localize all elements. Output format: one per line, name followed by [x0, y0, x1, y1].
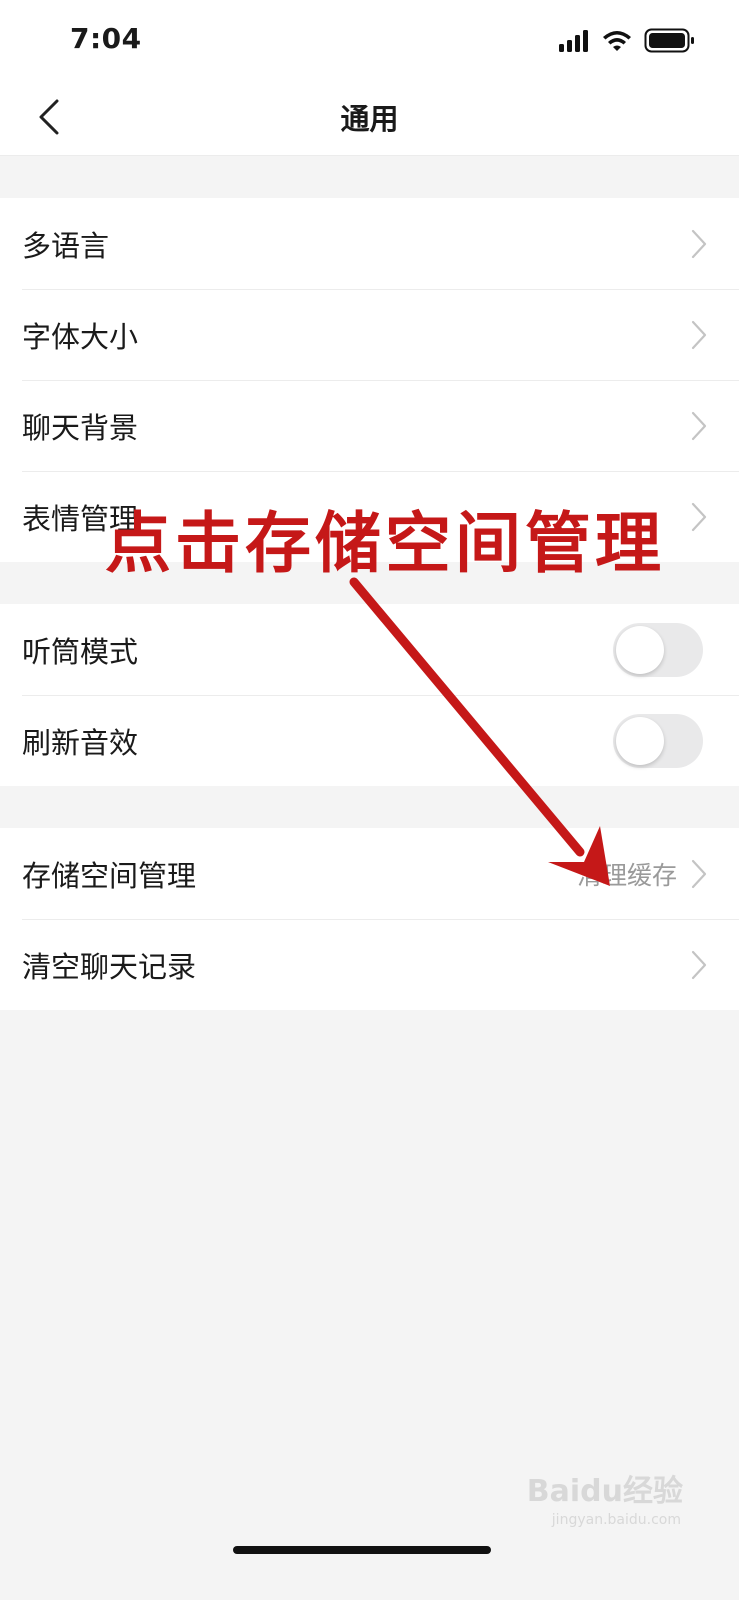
chevron-right-icon	[689, 502, 709, 532]
settings-item-refresh-sound: 刷新音效	[0, 695, 739, 786]
settings-item-label: 清空聊天记录	[22, 949, 197, 984]
page-title: 通用	[340, 102, 399, 136]
chevron-right-icon	[689, 229, 709, 259]
settings-item-label: 存储空间管理	[22, 858, 197, 893]
settings-group-storage: 存储空间管理 清理缓存 清空聊天记录	[0, 828, 739, 1010]
earpiece-mode-toggle[interactable]	[613, 622, 703, 677]
settings-item-font-size[interactable]: 字体大小	[0, 289, 739, 380]
chevron-right-icon	[689, 950, 709, 980]
settings-item-label: 聊天背景	[22, 410, 139, 445]
settings-item-label: 刷新音效	[22, 725, 139, 760]
status-bar: 7:04	[0, 0, 739, 80]
refresh-sound-toggle[interactable]	[613, 713, 703, 768]
watermark-url: jingyan.baidu.com	[551, 1512, 681, 1528]
chevron-right-icon	[689, 411, 709, 441]
settings-item-label: 听筒模式	[22, 634, 139, 669]
status-time: 7:04	[70, 22, 142, 55]
settings-item-language[interactable]: 多语言	[0, 198, 739, 289]
settings-item-label: 多语言	[22, 228, 110, 263]
status-icons	[559, 26, 699, 56]
cellular-signal-icon	[559, 30, 588, 52]
annotation-text: 点击存储空间管理	[105, 505, 665, 582]
nav-bar: 通用	[0, 80, 739, 156]
settings-group-sound: 听筒模式 刷新音效	[0, 604, 739, 786]
settings-item-value: 清理缓存	[576, 860, 677, 890]
settings-item-earpiece-mode: 听筒模式	[0, 604, 739, 695]
battery-icon	[644, 28, 694, 53]
toggle-knob	[616, 716, 664, 765]
watermark-logo: Baidu经验	[526, 1474, 683, 1509]
home-indicator	[233, 1546, 491, 1554]
settings-item-clear-chat-history[interactable]: 清空聊天记录	[0, 919, 739, 1010]
wifi-icon	[603, 31, 631, 51]
settings-item-label: 字体大小	[22, 319, 139, 354]
chevron-right-icon	[689, 320, 709, 350]
settings-item-chat-background[interactable]: 聊天背景	[0, 380, 739, 471]
chevron-right-icon	[689, 859, 709, 889]
toggle-knob	[616, 625, 664, 674]
settings-item-storage-management[interactable]: 存储空间管理 清理缓存	[0, 828, 739, 919]
